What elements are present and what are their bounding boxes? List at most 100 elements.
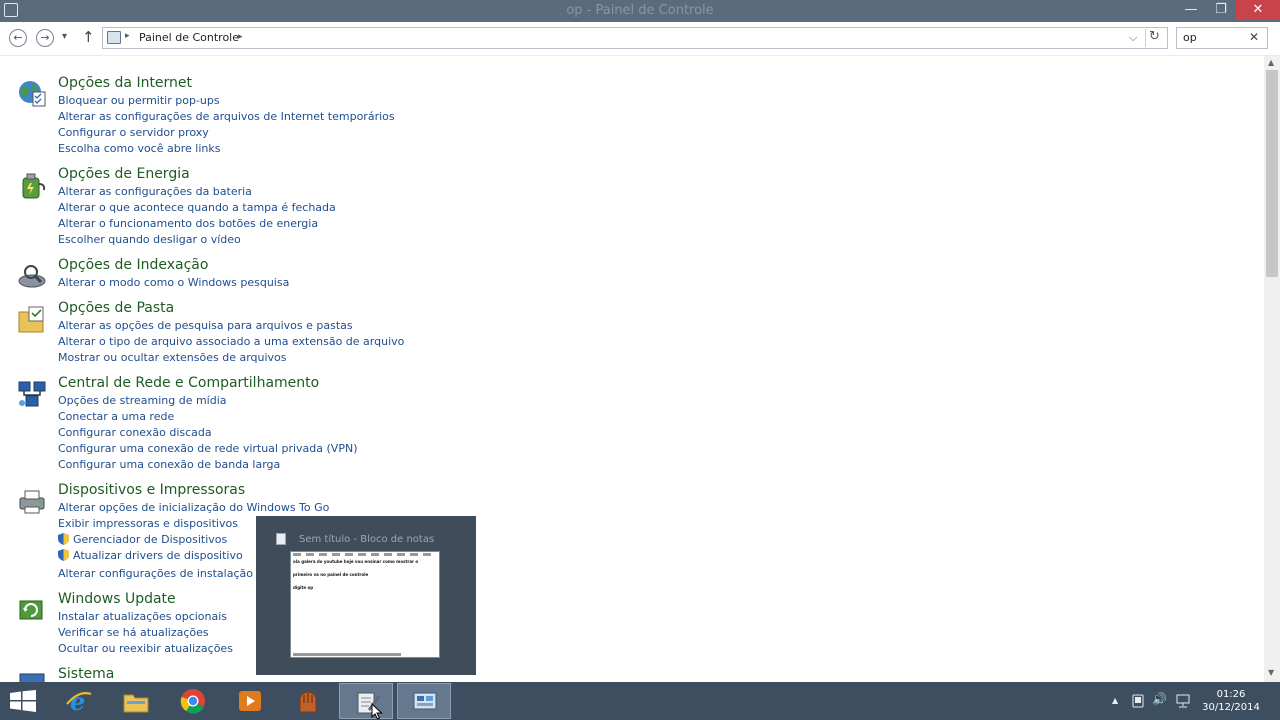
category-title[interactable]: Central de Rede e Compartilhamento <box>58 375 319 391</box>
task-link[interactable]: Atualizar drivers de dispositivo <box>73 549 243 562</box>
task-link[interactable]: Opções de streaming de mídia <box>58 394 227 407</box>
category-title[interactable]: Opções de Energia <box>58 166 190 182</box>
category-network-sharing-center: Central de Rede e Compartilhamento Opçõe… <box>0 375 1262 475</box>
media-player-icon <box>239 691 261 711</box>
thumbnail-title: Sem título - Bloco de notas <box>299 534 435 545</box>
network-tray-icon[interactable] <box>1176 694 1190 708</box>
scroll-up-icon[interactable]: ▲ <box>1268 58 1274 67</box>
taskbar-thumbnail-preview[interactable]: Sem título - Bloco de notas ola galera d… <box>256 516 476 675</box>
task-link[interactable]: Alterar o funcionamento dos botões de en… <box>58 217 318 230</box>
preview-text-line: ola galera do youtube hoje vou ensinar c… <box>293 559 419 564</box>
category-title[interactable]: Dispositivos e Impressoras <box>58 482 245 498</box>
category-title[interactable]: Windows Update <box>58 591 176 607</box>
folder-options-icon <box>18 306 44 333</box>
forward-button[interactable]: → <box>36 29 54 47</box>
taskbar-app[interactable] <box>281 683 335 719</box>
control-panel-taskbar-icon <box>413 692 437 710</box>
task-link[interactable]: Escolha como você abre links <box>58 142 220 155</box>
task-link[interactable]: Configurar uma conexão de banda larga <box>58 458 280 471</box>
glove-icon <box>299 691 317 713</box>
indexing-options-icon <box>18 265 46 288</box>
task-link[interactable]: Alterar as configurações de arquivos de … <box>58 110 395 123</box>
navigation-toolbar: ← → ▾ ↑ ▸ Painel de Controle ▸ ⌵ ↻ op ✕ <box>0 22 1280 56</box>
taskbar-file-explorer[interactable] <box>109 683 163 719</box>
clock-time: 01:26 <box>1216 689 1246 700</box>
breadcrumb-separator-icon[interactable]: ▸ <box>125 31 130 41</box>
windows-update-icon <box>19 600 43 620</box>
windows-start-icon[interactable] <box>10 690 36 712</box>
category-windows-update: Windows Update Instalar atualizações opc… <box>0 591 1262 671</box>
admin-shield-icon <box>58 549 69 561</box>
category-system: Sistema <box>0 666 1262 682</box>
system-clock[interactable]: 01:26 30/12/2014 <box>1196 688 1266 714</box>
task-link[interactable]: Alterar as opções de pesquisa para arqui… <box>58 319 353 332</box>
task-link[interactable]: Alterar o tipo de arquivo associado a um… <box>58 335 404 348</box>
task-link[interactable]: Conectar a uma rede <box>58 410 174 423</box>
volume-icon[interactable]: 🔊 <box>1152 692 1167 706</box>
system-icon <box>19 673 45 682</box>
mouse-cursor-icon <box>371 703 383 720</box>
scroll-down-icon[interactable]: ▼ <box>1268 668 1274 677</box>
taskbar-notepad[interactable] <box>339 683 393 719</box>
category-title[interactable]: Opções de Pasta <box>58 300 174 316</box>
task-link[interactable]: Escolher quando desligar o vídeo <box>58 233 241 246</box>
task-link[interactable]: Configurar conexão discada <box>58 426 212 439</box>
notepad-icon <box>276 533 286 545</box>
task-link[interactable]: Configurar uma conexão de rede virtual p… <box>58 442 357 455</box>
notepad-preview-image[interactable]: ola galera do youtube hoje vou ensinar c… <box>290 551 440 658</box>
file-explorer-icon <box>123 694 149 713</box>
task-link[interactable]: Exibir impressoras e dispositivos <box>58 517 238 530</box>
scroll-thumb[interactable] <box>1266 70 1278 277</box>
recent-locations-button[interactable]: ▾ <box>62 31 67 42</box>
minimize-button[interactable]: — <box>1176 0 1206 20</box>
task-link[interactable]: Ocultar ou reexibir atualizações <box>58 642 233 655</box>
taskbar-media-player[interactable] <box>223 683 277 719</box>
close-button[interactable]: ✕ <box>1236 0 1280 20</box>
category-title[interactable]: Opções da Internet <box>58 75 192 91</box>
category-indexing-options: Opções de Indexação Alterar o modo como … <box>0 257 1262 297</box>
window-titlebar: op - Painel de Controle — ❐ ✕ <box>0 0 1280 22</box>
category-power-options: Opções de Energia Alterar as configuraçõ… <box>0 166 1262 266</box>
task-link[interactable]: Alterar as configurações da bateria <box>58 185 252 198</box>
vertical-scrollbar[interactable]: ▲ ▼ <box>1264 56 1280 682</box>
back-button[interactable]: ← <box>9 29 27 47</box>
task-link[interactable]: Alterar o que acontece quando a tampa é … <box>58 201 336 214</box>
clear-search-icon[interactable]: ✕ <box>1249 30 1259 44</box>
notepad-menu-bar <box>293 553 433 556</box>
task-link[interactable]: Alterar configurações de instalação do d <box>58 567 281 580</box>
taskbar: e ▲ 🔊 01:26 30/12/2014 <box>0 682 1280 720</box>
address-dropdown-icon[interactable]: ⌵ <box>1129 31 1137 45</box>
preview-text-line: primeiro va no painel de controle <box>293 572 369 577</box>
up-button[interactable]: ↑ <box>82 28 95 46</box>
search-input[interactable]: op <box>1183 31 1197 44</box>
task-link[interactable]: Alterar opções de inicialização do Windo… <box>58 501 329 514</box>
task-link[interactable]: Verificar se há atualizações <box>58 626 209 639</box>
svg-text:e: e <box>70 688 85 714</box>
preview-scrollbar <box>293 653 401 656</box>
task-link[interactable]: Instalar atualizações opcionais <box>58 610 227 623</box>
category-title[interactable]: Sistema <box>58 666 114 682</box>
taskbar-internet-explorer[interactable]: e <box>52 683 106 719</box>
admin-shield-icon <box>58 533 69 545</box>
maximize-button[interactable]: ❐ <box>1206 0 1236 20</box>
search-box[interactable]: op ✕ <box>1176 27 1268 49</box>
device-icon[interactable] <box>1132 694 1144 708</box>
task-link[interactable]: Bloquear ou permitir pop-ups <box>58 94 220 107</box>
show-hidden-icons[interactable]: ▲ <box>1112 696 1118 705</box>
breadcrumb-control-panel[interactable]: Painel de Controle <box>139 31 239 44</box>
breadcrumb-chevron-icon[interactable]: ▸ <box>238 32 243 42</box>
clock-date: 30/12/2014 <box>1202 702 1260 713</box>
internet-options-icon <box>19 81 46 107</box>
taskbar-chrome[interactable] <box>166 683 220 719</box>
category-folder-options: Opções de Pasta Alterar as opções de pes… <box>0 300 1262 380</box>
taskbar-control-panel[interactable] <box>397 683 451 719</box>
refresh-icon[interactable]: ↻ <box>1149 29 1160 44</box>
category-devices-printers: Dispositivos e Impressoras Alterar opçõe… <box>0 482 1262 582</box>
task-link[interactable]: Configurar o servidor proxy <box>58 126 209 139</box>
task-link[interactable]: Alterar o modo como o Windows pesquisa <box>58 276 289 289</box>
internet-explorer-icon: e <box>66 688 92 714</box>
task-link[interactable]: Mostrar ou ocultar extensões de arquivos <box>58 351 287 364</box>
address-bar[interactable]: ▸ Painel de Controle ▸ ⌵ ↻ <box>102 27 1168 49</box>
task-link[interactable]: Gerenciador de Dispositivos <box>73 533 227 546</box>
category-title[interactable]: Opções de Indexação <box>58 257 208 273</box>
